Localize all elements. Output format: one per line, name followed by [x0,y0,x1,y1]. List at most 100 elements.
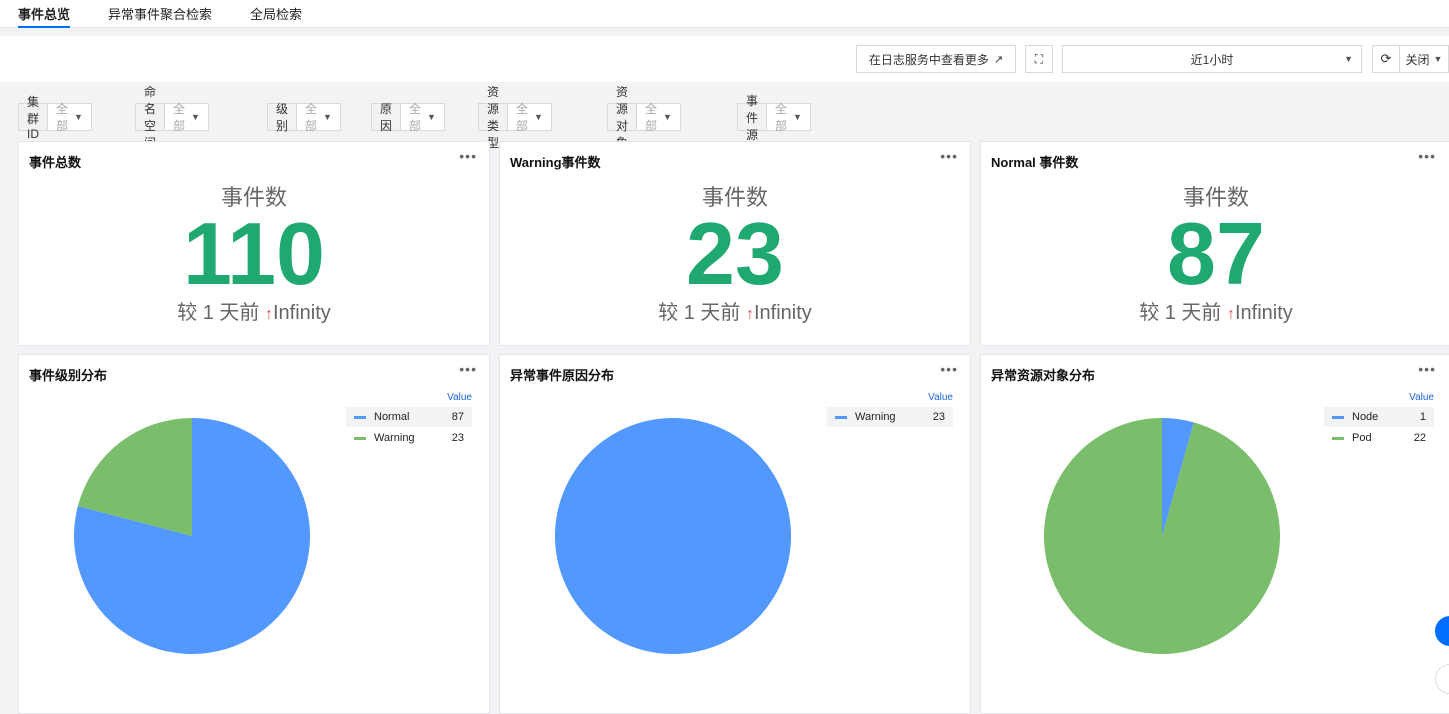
time-range-value: 近1小时 [1190,52,1234,67]
tab-abnormal-event-search[interactable]: 异常事件聚合检索 [108,4,212,28]
top-tabs: 事件总览 异常事件聚合检索 全局检索 [0,0,1449,28]
filter-label: 集群ID [19,95,49,141]
stat-value: 87 [1167,204,1265,303]
filter-level[interactable]: 级别 全部 ▼ [267,102,341,133]
legend-header: Value [447,392,472,403]
tab-global-search[interactable]: 全局检索 [250,4,302,28]
pie-chart [555,418,791,654]
more-icon[interactable]: ••• [1418,361,1436,377]
chevron-down-icon: ▼ [534,112,543,122]
filter-namespace[interactable]: 命名空间 全部 ▼ [135,85,209,150]
chart-legend: Value Normal 87 Warning 23 [346,392,472,452]
tab-event-overview[interactable]: 事件总览 [18,4,71,28]
pie-panel-reason: 异常事件原因分布 ••• Value Warning 23 [499,354,971,714]
arrow-up-icon: ↑ [265,306,273,323]
chart-legend: Value Warning 23 [827,392,953,432]
filter-event-source[interactable]: 事件源 全部 ▼ [737,94,811,142]
legend-value: 23 [932,411,945,423]
pie-chart [1044,418,1280,654]
chart-legend: Value Node 1 Pod 22 [1324,392,1434,452]
compare-prefix: 较 1 天前 [658,302,741,324]
compare-value: Infinity [754,302,812,324]
panel-title: 异常资源对象分布 [991,368,1096,383]
more-icon[interactable]: ••• [940,361,958,377]
auto-refresh-select[interactable]: 关闭 ▼ [1400,45,1449,73]
legend-label: Node [1352,411,1379,423]
filter-resource-type[interactable]: 资源类型 全部 ▼ [478,85,552,150]
chevron-down-icon: ▼ [427,112,436,122]
filter-value: 全部 [516,102,529,133]
chevron-down-icon: ▼ [1344,54,1353,64]
legend-header: Value [1409,392,1434,403]
filter-label: 事件源 [738,94,768,142]
chevron-down-icon: ▼ [793,112,802,122]
refresh-button[interactable]: ⟳ [1372,45,1400,73]
toolbar: 在日志服务中查看更多 ↗ ⛶ 近1小时 ▼ ⟳ 关闭 ▼ [0,36,1449,82]
compare-prefix: 较 1 天前 [177,302,260,324]
filter-select[interactable]: 全部 ▼ [767,102,810,133]
more-icon[interactable]: ••• [940,148,958,164]
compare-value: Infinity [1235,302,1293,324]
more-icon[interactable]: ••• [1418,148,1436,164]
legend-value: 87 [451,411,464,423]
legend-label: Warning [374,432,415,444]
more-icon[interactable]: ••• [459,361,477,377]
filter-label: 命名空间 [136,85,166,150]
pie-slice-warning[interactable] [555,418,791,654]
filter-value: 全部 [645,102,658,133]
view-more-label: 在日志服务中查看更多 [868,52,989,67]
pie-chart [74,418,310,654]
filter-value: 全部 [173,102,186,133]
filter-reason[interactable]: 原因 全部 ▼ [371,102,445,133]
stat-panel-warning: Warning事件数 ••• 事件数 23 较 1 天前 ↑Infinity [499,141,971,346]
panel-title: 事件总数 [29,155,82,170]
panel-title: Normal 事件数 [991,155,1079,170]
legend-label: Warning [855,411,896,423]
filter-label: 资源类型 [479,85,509,150]
panel-title: 异常事件原因分布 [510,368,615,383]
pie-slice-pod[interactable] [1044,418,1280,654]
stat-panel-normal: Normal 事件数 ••• 事件数 87 较 1 天前 ↑Infinity [980,141,1449,346]
chevron-down-icon: ▼ [191,112,200,122]
legend-value: 1 [1419,411,1426,423]
filter-select[interactable]: 全部 ▼ [48,102,91,133]
time-range-select[interactable]: 近1小时 ▼ [1062,45,1362,73]
legend-item[interactable]: Warning 23 [346,428,472,448]
filter-cluster-id[interactable]: 集群ID 全部 ▼ [18,95,92,141]
filter-select[interactable]: 全部 ▼ [401,102,444,133]
filter-label: 资源对象 [608,85,638,150]
filter-label: 级别 [268,102,298,133]
panel-title: Warning事件数 [510,155,601,170]
legend-item[interactable]: Warning 23 [827,407,953,427]
external-link-icon: ↗ [993,53,1004,66]
legend-value: 22 [1413,432,1426,444]
filter-select[interactable]: 全部 ▼ [165,102,208,133]
legend-value: 23 [451,432,464,444]
auto-refresh-value: 关闭 [1405,52,1430,67]
filter-resource-object[interactable]: 资源对象 全部 ▼ [607,85,681,150]
legend-swatch [354,436,366,440]
arrow-up-icon: ↑ [1227,306,1235,323]
panel-title: 事件级别分布 [29,368,108,383]
refresh-icon: ⟳ [1380,51,1392,66]
filter-select[interactable]: 全部 ▼ [637,102,680,133]
fullscreen-icon: ⛶ [1034,51,1044,66]
legend-item[interactable]: Normal 87 [346,407,472,427]
legend-swatch [354,415,366,419]
legend-label: Pod [1352,432,1372,444]
legend-item[interactable]: Pod 22 [1324,428,1434,448]
chevron-down-icon: ▼ [663,112,672,122]
filter-value: 全部 [305,102,318,133]
chevron-down-icon: ▼ [74,112,83,122]
stat-compare: 较 1 天前 ↑Infinity [981,296,1449,325]
chevron-down-icon: ▼ [1433,54,1443,64]
view-more-button[interactable]: 在日志服务中查看更多 ↗ [856,45,1016,73]
filter-select[interactable]: 全部 ▼ [297,102,340,133]
filter-value: 全部 [56,102,69,133]
filter-select[interactable]: 全部 ▼ [508,102,551,133]
fullscreen-button[interactable]: ⛶ [1025,45,1053,73]
legend-item[interactable]: Node 1 [1324,407,1434,427]
legend-swatch [835,415,847,419]
filter-value: 全部 [409,102,422,133]
more-icon[interactable]: ••• [459,148,477,164]
